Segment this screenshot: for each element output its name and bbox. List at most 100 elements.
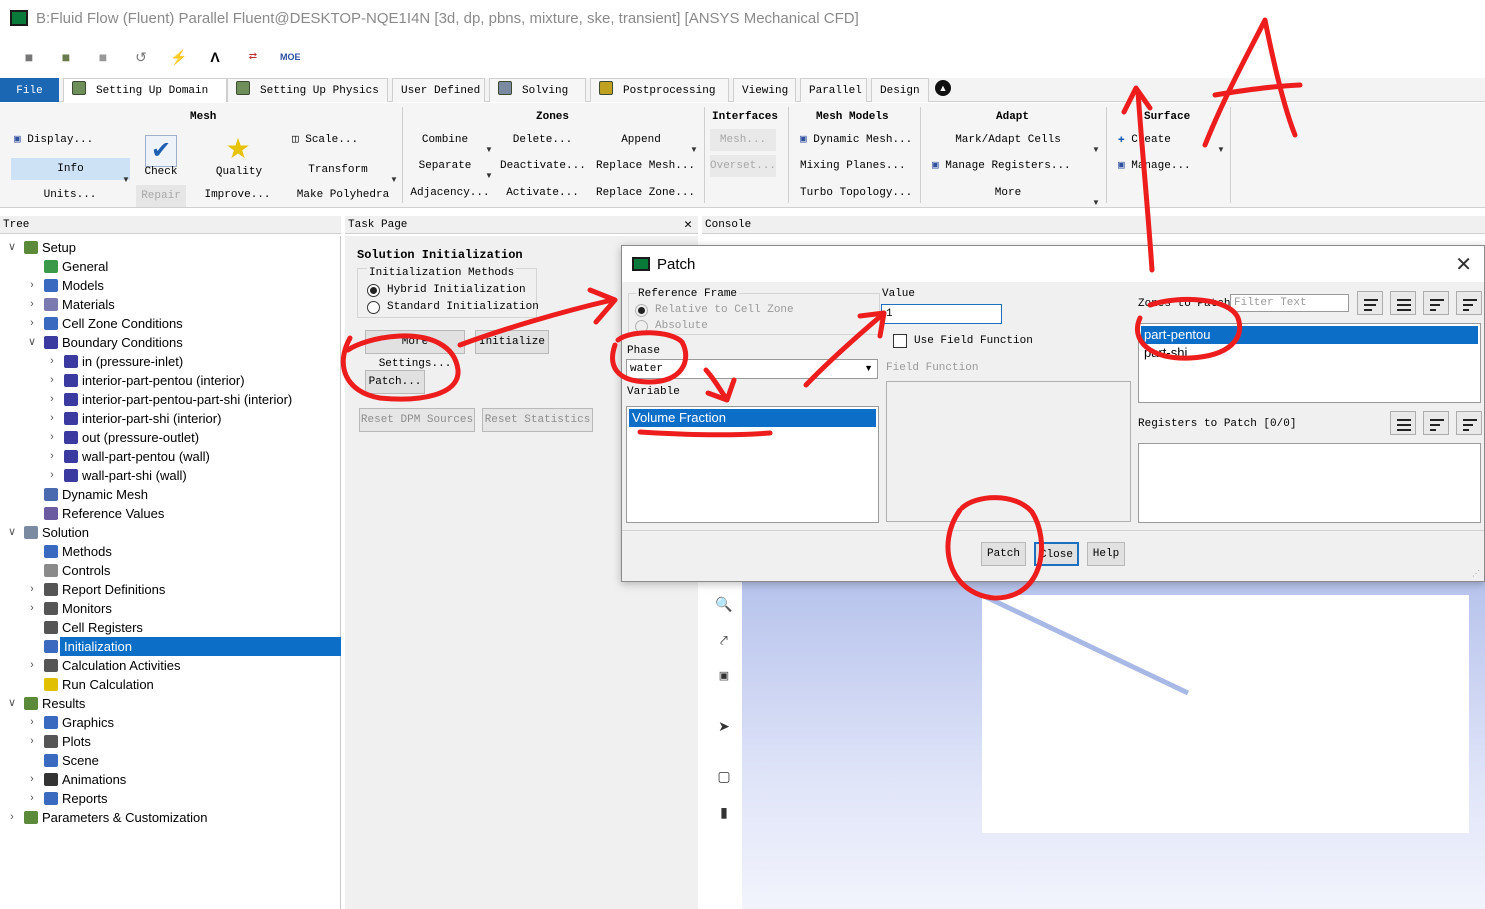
tree-item[interactable]: › Reports	[0, 789, 341, 808]
collapse-arrow-icon[interactable]: ›	[26, 314, 38, 333]
collapse-arrow-icon[interactable]: ›	[26, 713, 38, 732]
transform-dropdown-icon[interactable]: ▼	[390, 175, 398, 184]
tree-item[interactable]: Dynamic Mesh	[0, 485, 341, 504]
deselect-registers-icon[interactable]	[1456, 411, 1482, 435]
expand-arrow-icon[interactable]: ∨	[26, 333, 38, 352]
axes-icon[interactable]: ⤤	[712, 628, 736, 652]
tree-item[interactable]: Reference Values	[0, 504, 341, 523]
collapse-arrow-icon[interactable]: ›	[26, 789, 38, 808]
patch-task-button[interactable]: Patch...	[365, 370, 425, 394]
zones-list[interactable]: part-pentou part-shi	[1138, 323, 1481, 403]
tree-item[interactable]: › interior-part-pentou-part-shi (interior…	[0, 390, 341, 409]
collapse-arrow-icon[interactable]: ›	[46, 371, 58, 390]
improve-button[interactable]: Improve...	[200, 184, 275, 206]
tree-item[interactable]: ∨ Solution	[0, 523, 341, 542]
value-input[interactable]: 1	[881, 304, 1002, 324]
more-settings-button[interactable]: More Settings...	[365, 330, 465, 370]
collapse-arrow-icon[interactable]: ›	[46, 447, 58, 466]
manage-registers-button[interactable]: ▣ Manage Registers...	[932, 155, 1071, 177]
zoom-icon[interactable]: 🔍	[712, 592, 736, 616]
make-polyhedra-button[interactable]: Make Polyhedra	[295, 184, 391, 206]
variable-item-volume-fraction[interactable]: Volume Fraction	[629, 409, 876, 427]
deactivate-button[interactable]: Deactivate...	[500, 155, 586, 177]
open-case-icon[interactable]: ■	[20, 48, 38, 66]
dynamic-mesh-button[interactable]: ▣ Dynamic Mesh...	[800, 129, 912, 151]
tab-parallel[interactable]: Parallel	[800, 78, 867, 102]
moe-icon[interactable]: MOE	[280, 48, 301, 66]
select-all-registers-icon[interactable]	[1390, 411, 1416, 435]
tree-item[interactable]: › interior-part-pentou (interior)	[0, 371, 341, 390]
surface-manage-button[interactable]: ▣ Manage...	[1118, 155, 1192, 177]
tree-item[interactable]: General	[0, 257, 341, 276]
tab-user-defined[interactable]: User Defined	[392, 78, 485, 102]
zone-item-part-pentou[interactable]: part-pentou	[1141, 326, 1478, 344]
dialog-close-icon[interactable]: ✕	[1455, 252, 1472, 277]
tab-setting-up-domain[interactable]: Setting Up Domain	[63, 78, 227, 102]
use-field-function-checkbox[interactable]	[893, 334, 907, 348]
tab-setting-up-physics[interactable]: Setting Up Physics	[227, 78, 388, 102]
append-dropdown-icon[interactable]: ▼	[690, 145, 698, 154]
replace-zone-button[interactable]: Replace Zone...	[596, 182, 695, 204]
resize-grip-icon[interactable]: ⋰	[1472, 569, 1480, 578]
collapse-arrow-icon[interactable]: ›	[26, 732, 38, 751]
surface-create-button[interactable]: ✚ Create	[1118, 129, 1178, 151]
turbo-topology-button[interactable]: Turbo Topology...	[800, 182, 912, 204]
tree-item[interactable]: › Calculation Activities	[0, 656, 341, 675]
expand-arrow-icon[interactable]: ∨	[6, 238, 18, 257]
read-data-icon[interactable]: ■	[57, 48, 75, 66]
tree-item[interactable]: Initialization	[0, 637, 341, 656]
tree-item[interactable]: › Monitors	[0, 599, 341, 618]
tree-item[interactable]: Cell Registers	[0, 618, 341, 637]
tree-item[interactable]: › out (pressure-outlet)	[0, 428, 341, 447]
isometric-view-icon[interactable]: ▮	[712, 800, 736, 824]
registers-list[interactable]	[1138, 443, 1481, 523]
tree-item[interactable]: › Parameters & Customization	[0, 808, 341, 827]
display-button[interactable]: ▣ Display...	[14, 129, 109, 151]
tab-file[interactable]: File	[0, 78, 59, 102]
collapse-arrow-icon[interactable]: ›	[46, 390, 58, 409]
mouse-probe-icon[interactable]: ➤	[712, 714, 736, 738]
separate-button[interactable]: Separate	[410, 155, 480, 177]
tree-item[interactable]: Scene	[0, 751, 341, 770]
phase-dropdown-icon[interactable]: ▼	[864, 363, 873, 373]
fit-view-icon[interactable]: ▢	[712, 764, 736, 788]
append-button[interactable]: Append	[596, 129, 686, 151]
patch-button[interactable]: Patch	[981, 542, 1026, 566]
tree-item[interactable]: › Materials	[0, 295, 341, 314]
hybrid-radio[interactable]	[367, 284, 380, 297]
tree-item[interactable]: › Models	[0, 276, 341, 295]
quality-button[interactable]: Quality	[208, 161, 270, 183]
tab-postprocessing[interactable]: Postprocessing	[590, 78, 729, 102]
tab-solving[interactable]: Solving	[489, 78, 586, 102]
tree-item[interactable]: › Animations	[0, 770, 341, 789]
variable-list[interactable]: Volume Fraction	[626, 406, 879, 523]
tab-design[interactable]: Design	[871, 78, 929, 102]
collapse-arrow-icon[interactable]: ›	[26, 276, 38, 295]
info-dropdown-icon[interactable]: ▼	[122, 175, 130, 184]
write-case-icon[interactable]: ■	[94, 48, 112, 66]
zones-filter-icon[interactable]	[1357, 291, 1383, 315]
scale-button[interactable]: ◫ Scale...	[292, 129, 372, 151]
collapse-arrow-icon[interactable]: ›	[26, 580, 38, 599]
collapse-arrow-icon[interactable]: ›	[46, 409, 58, 428]
collapse-arrow-icon[interactable]: ›	[46, 428, 58, 447]
collapse-arrow-icon[interactable]: ›	[26, 656, 38, 675]
expand-arrow-icon[interactable]: ∨	[6, 694, 18, 713]
transform-button[interactable]: Transform	[298, 159, 378, 181]
expand-arrow-icon[interactable]: ∨	[6, 523, 18, 542]
more-dropdown-icon[interactable]: ▼	[1092, 198, 1100, 207]
close-button[interactable]: Close	[1034, 542, 1079, 566]
tree-item[interactable]: › Cell Zone Conditions	[0, 314, 341, 333]
tree-item[interactable]: Methods	[0, 542, 341, 561]
lightning-icon[interactable]: ⚡	[170, 48, 188, 66]
initialize-button[interactable]: Initialize	[475, 330, 549, 354]
check-zones-icon[interactable]	[1423, 291, 1449, 315]
collapse-arrow-icon[interactable]: ›	[26, 770, 38, 789]
ansys-logo-icon[interactable]: Λ	[206, 48, 224, 66]
select-all-zones-icon[interactable]	[1390, 291, 1416, 315]
collapse-arrow-icon[interactable]: ›	[26, 599, 38, 618]
tree-item[interactable]: Controls	[0, 561, 341, 580]
collapse-arrow-icon[interactable]: ›	[6, 808, 18, 827]
tree-item[interactable]: › wall-part-pentou (wall)	[0, 447, 341, 466]
tab-viewing[interactable]: Viewing	[733, 78, 796, 102]
